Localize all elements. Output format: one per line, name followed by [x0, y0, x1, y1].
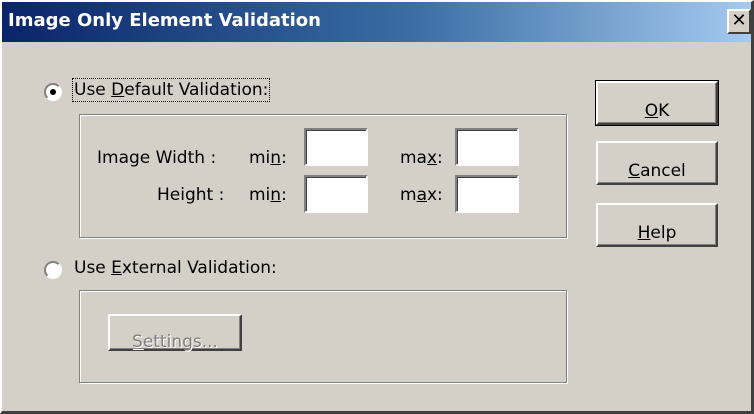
external-validation-radio[interactable] — [44, 261, 62, 279]
close-button[interactable]: ✕ — [727, 9, 751, 34]
help-button[interactable]: Help — [596, 203, 718, 247]
height-label: Height : — [157, 185, 225, 205]
radio-selected-dot — [50, 89, 56, 95]
ok-button[interactable]: OK — [595, 80, 719, 126]
ok-button-label: OK — [644, 101, 670, 121]
settings-button[interactable]: Settings... — [108, 314, 242, 352]
window-title: Image Only Element Validation — [8, 10, 321, 31]
cancel-button-label: Cancel — [628, 161, 686, 181]
width-min-input[interactable] — [304, 128, 368, 166]
help-button-label: Help — [637, 223, 677, 243]
image-width-label: Image Width : — [97, 148, 217, 168]
height-min-label: min: — [249, 185, 287, 205]
close-icon: ✕ — [731, 10, 747, 31]
height-max-input[interactable] — [455, 175, 519, 213]
cancel-button[interactable]: Cancel — [596, 141, 718, 185]
height-min-input[interactable] — [304, 175, 368, 213]
width-max-label: max: — [400, 148, 443, 168]
default-validation-radio[interactable] — [44, 83, 62, 101]
default-validation-label[interactable]: Use Default Validation: — [71, 78, 271, 102]
width-max-input[interactable] — [455, 128, 519, 166]
height-max-label: max: — [400, 185, 443, 205]
title-bar[interactable]: Image Only Element Validation ✕ — [2, 2, 751, 42]
dialog-window: Image Only Element Validation ✕ Use Defa… — [0, 0, 754, 414]
external-validation-label[interactable]: Use External Validation: — [74, 258, 277, 278]
settings-button-label: Settings... — [132, 332, 218, 352]
width-min-label: min: — [249, 148, 287, 168]
